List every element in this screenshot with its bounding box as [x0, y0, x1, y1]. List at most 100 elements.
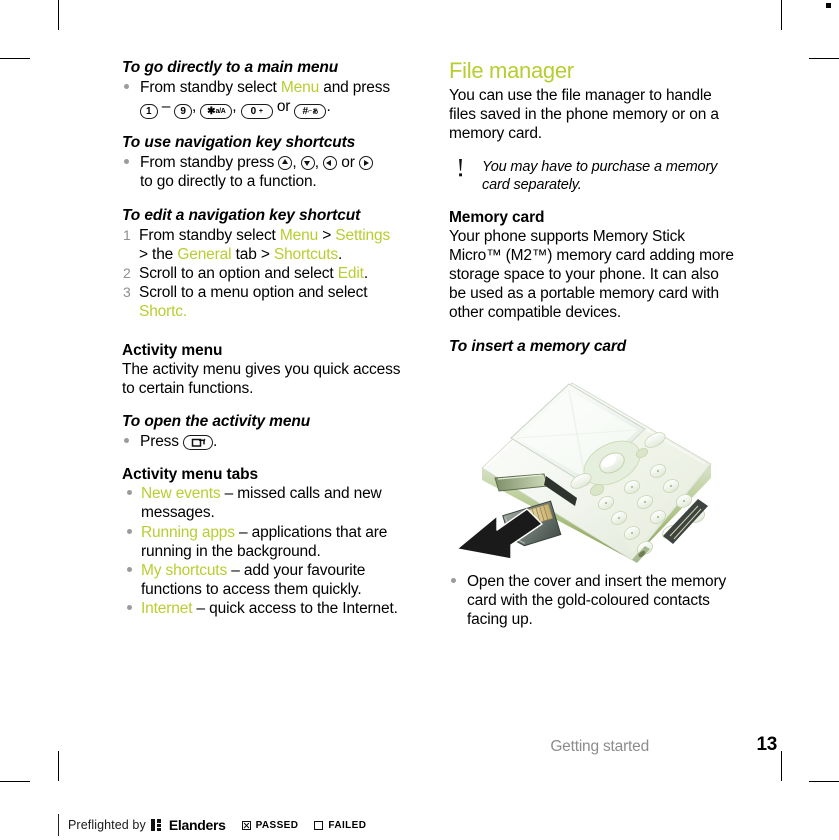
step-text: From standby press , , or to go directly…: [140, 154, 373, 190]
page-title: File manager: [449, 58, 574, 83]
bullet-dot-icon: [127, 528, 132, 534]
step-period: .: [338, 245, 343, 263]
step-text: Press .: [140, 433, 218, 451]
preflight-failed: FAILED: [314, 820, 366, 831]
general-term: General: [177, 245, 232, 263]
key-zero: 0 +: [240, 104, 273, 120]
section-heading: Memory card: [449, 208, 545, 226]
tab-text: Running apps – applications that are run…: [141, 524, 387, 560]
bullet-dot-icon: [127, 605, 132, 611]
nav-sep-1: ,: [292, 154, 301, 172]
step-text-pre: From standby press: [140, 154, 279, 172]
settings-term: Settings: [335, 226, 391, 244]
bullet-dot-icon: [127, 490, 132, 496]
key-star-sup: a/A: [215, 108, 226, 116]
list-item: From standby select Menu and press 1 – 9…: [122, 78, 412, 120]
comma-1: ,: [191, 98, 197, 116]
tab-text: Internet – quick access to the Internet.: [141, 600, 398, 617]
step-number: 3: [123, 284, 131, 301]
task-go-to-main-menu: To go directly to a main menu From stand…: [122, 58, 412, 120]
preflight-passed-label: PASSED: [255, 819, 299, 831]
task-heading: To insert a memory card: [449, 337, 627, 355]
tab-desc: – quick access to the Internet.: [192, 600, 398, 618]
registration-mark: [826, 3, 831, 8]
nav-or: or: [337, 154, 359, 172]
crop-mark-right-top-horizontal: [809, 58, 839, 59]
list-item: From standby press , , or to go directly…: [122, 153, 412, 191]
tab-text: My shortcuts – add your favourite functi…: [141, 562, 365, 598]
footer-section-name: Getting started: [550, 738, 649, 755]
preflight-bar: Preflighted by Elanders PASSED FAILED: [58, 812, 366, 838]
key-hash-sup: ⌐ぁ: [308, 108, 319, 116]
list-item: 3 Scroll to a menu option and select Shor…: [122, 283, 412, 321]
section-activity-menu: Activity menu The activity menu gives yo…: [122, 341, 412, 398]
list-item: Internet – quick access to the Internet.: [126, 599, 412, 618]
step-text: Scroll to a menu option and select Shortc…: [139, 284, 368, 321]
key-zero-sup: +: [258, 108, 263, 116]
manual-page: To go directly to a main menu From stand…: [58, 58, 781, 781]
tab-term-my-shortcuts: My shortcuts: [141, 562, 228, 580]
task-insert-memory-card: To insert a memory card: [449, 337, 739, 356]
step-text: From standby select Menu and press 1 – 9…: [140, 79, 390, 120]
left-column: To go directly to a main menu From stand…: [122, 58, 412, 619]
bullet-dot-icon: [127, 567, 132, 573]
crop-mark-right-bottom-horizontal: [809, 781, 839, 782]
task-navigation-key-shortcuts: To use navigation key shortcuts From sta…: [122, 133, 412, 191]
list-item: Press .: [122, 432, 412, 451]
key-hash: #⌐ぁ: [294, 104, 327, 120]
section-memory-card: Memory card Your phone supports Memory S…: [449, 208, 739, 323]
section-body: You can use the file manager to handle f…: [449, 87, 719, 143]
preflight-label: Preflighted by: [68, 818, 146, 832]
list-item: Running apps – applications that are run…: [126, 523, 412, 561]
tab-term-running-apps: Running apps: [141, 523, 235, 541]
crop-mark-top-right-vertical: [781, 0, 782, 30]
key-1: 1: [140, 104, 158, 120]
crop-mark-top-left-vertical: [58, 0, 59, 30]
menu-term: Menu: [279, 226, 319, 244]
section-body: The activity menu gives you quick access…: [122, 360, 401, 397]
step-number: 1: [123, 226, 131, 243]
checkbox-unchecked-icon: [314, 820, 324, 830]
conjunction-or: or: [276, 98, 291, 116]
shortc-term: Shortc.: [139, 303, 188, 321]
task-edit-navigation-key-shortcut: To edit a navigation key shortcut 1 From…: [122, 206, 412, 322]
step-text-mid: and press: [319, 79, 390, 96]
elanders-logo-icon: [150, 819, 164, 831]
step-text: Open the cover and insert the memory car…: [467, 572, 727, 629]
step-text-pre: Scroll to a menu option and select: [139, 284, 368, 302]
nav-key-right-icon: [358, 156, 373, 171]
list-item: New events – missed calls and new messag…: [126, 484, 412, 522]
section-activity-menu-tabs: Activity menu tabs New events – missed c…: [122, 465, 412, 618]
bullet-dot-icon: [124, 84, 129, 89]
shortcuts-term: Shortcuts: [273, 245, 338, 263]
step-text: Scroll to an option and select Edit.: [139, 265, 368, 282]
key-star: ✱a/A: [200, 104, 233, 120]
step-number: 2: [123, 265, 131, 282]
exclamation-icon: [457, 158, 464, 184]
preflight-brand: Elanders: [168, 817, 226, 833]
nav-sep-2: ,: [314, 154, 324, 172]
crop-mark-left-top-horizontal: [0, 58, 30, 59]
note-callout: You may have to purchase a memory card s…: [449, 158, 739, 194]
task-heading: To use navigation key shortcuts: [122, 134, 356, 152]
crop-mark-left-bottom-horizontal: [0, 781, 30, 782]
step-text-line2: > the: [139, 245, 178, 263]
right-column: File manager You can use the file manage…: [449, 58, 739, 629]
comma-2: ,: [232, 98, 237, 116]
crop-mark-bottom-right-vertical: [781, 751, 782, 781]
nav-key-up-icon: [278, 156, 293, 171]
page-footer: Getting started 13: [449, 730, 779, 756]
preflight-passed: PASSED: [241, 819, 299, 831]
key-zero-glyph: 0: [250, 106, 257, 118]
list-item: 1 From standby select Menu > Settings > t…: [122, 226, 412, 264]
task-heading: To open the activity menu: [122, 413, 311, 431]
step-text-pre: Scroll to an option and select: [139, 265, 338, 283]
step-period: .: [213, 433, 218, 451]
bullet-dot-icon: [124, 159, 129, 165]
tab-term-internet: Internet: [141, 600, 193, 618]
preflight-rule: [58, 814, 59, 836]
task-heading: To go directly to a main menu: [122, 59, 339, 76]
activity-tabs-list: New events – missed calls and new messag…: [126, 484, 412, 618]
nav-key-left-icon: [323, 156, 338, 171]
period-1: .: [326, 98, 331, 116]
